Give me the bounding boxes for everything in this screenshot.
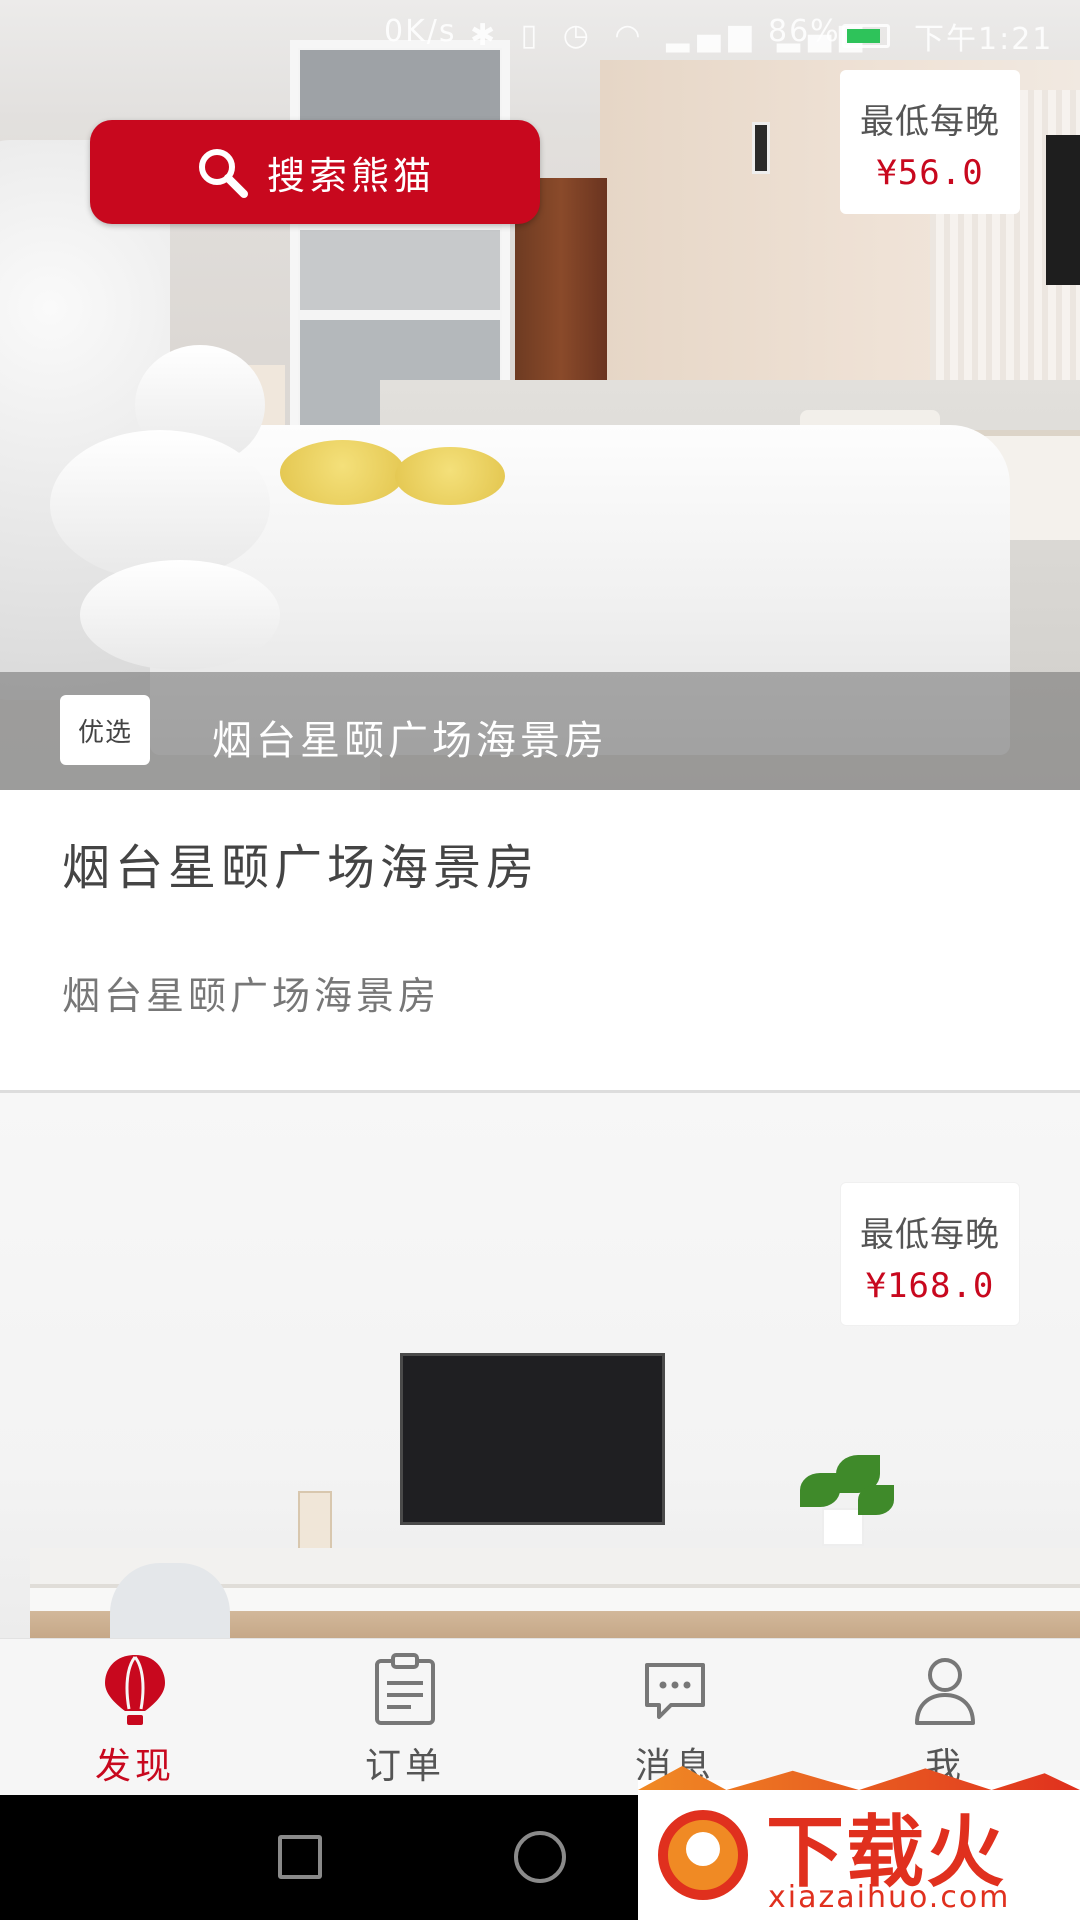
hot-air-balloon-icon <box>105 1655 165 1725</box>
status-bar: 0K/s ✱ ▯ ◷ ◠ ▂▄▆ ▂▄▆ 86% 下午1:21 <box>0 0 1080 72</box>
tab-label: 发现 <box>94 1746 175 1787</box>
battery-percent: 86% <box>768 14 841 49</box>
featured-badge: 优选 <box>60 695 150 765</box>
price-card: 最低每晚 ¥56.0 <box>840 70 1020 214</box>
photo-pillow <box>50 430 270 580</box>
download-icon <box>686 1832 720 1866</box>
tab-orders[interactable]: 订单 <box>270 1639 540 1796</box>
photo-caption-title: 烟台星颐广场海景房 <box>212 718 608 764</box>
user-icon <box>915 1658 975 1725</box>
home-button[interactable] <box>514 1831 566 1883</box>
listing-2-photo[interactable] <box>0 1093 1080 1638</box>
photo-tv <box>400 1353 665 1525</box>
photo-wall-frame <box>752 122 770 174</box>
photo-chair <box>110 1563 230 1638</box>
recents-button[interactable] <box>278 1835 322 1879</box>
price-value: ¥168.0 <box>865 1266 995 1306</box>
photo-glass-panel <box>300 230 500 310</box>
photo-yellow-cushion <box>280 440 405 505</box>
search-button[interactable]: 搜索熊猫 <box>90 120 540 224</box>
photo-tv <box>1046 135 1080 285</box>
price-caption: 最低每晚 <box>860 1215 1000 1255</box>
clock: 下午1:21 <box>914 22 1054 57</box>
photo-yellow-cushion <box>395 447 505 505</box>
listing-subtitle: 烟台星颐广场海景房 <box>62 974 441 1018</box>
chat-bubble-icon <box>645 1663 705 1719</box>
price-value: ¥56.0 <box>876 153 984 193</box>
price-caption: 最低每晚 <box>860 102 1000 142</box>
photo-plant-leaf <box>858 1485 894 1515</box>
battery-icon <box>842 24 890 48</box>
tab-me[interactable]: 我 <box>810 1639 1080 1796</box>
watermark-url: xiazaihuo.com <box>768 1880 1011 1915</box>
photo-pillow <box>80 560 280 670</box>
price-card: 最低每晚 ¥168.0 <box>840 1182 1020 1326</box>
photo-frame <box>298 1491 332 1551</box>
photo-plant-leaf <box>800 1473 840 1507</box>
watermark-logo: 下载火 xiazaihuo.com <box>638 1766 1080 1920</box>
search-icon <box>198 149 248 198</box>
clipboard-icon <box>375 1653 435 1725</box>
search-label: 搜索熊猫 <box>266 153 435 198</box>
listing-title[interactable]: 烟台星颐广场海景房 <box>62 828 539 898</box>
tab-discover[interactable]: 发现 <box>0 1639 270 1796</box>
tab-label: 订单 <box>364 1746 445 1787</box>
battery-fill <box>847 29 880 43</box>
network-speed: 0K/s <box>384 14 457 49</box>
